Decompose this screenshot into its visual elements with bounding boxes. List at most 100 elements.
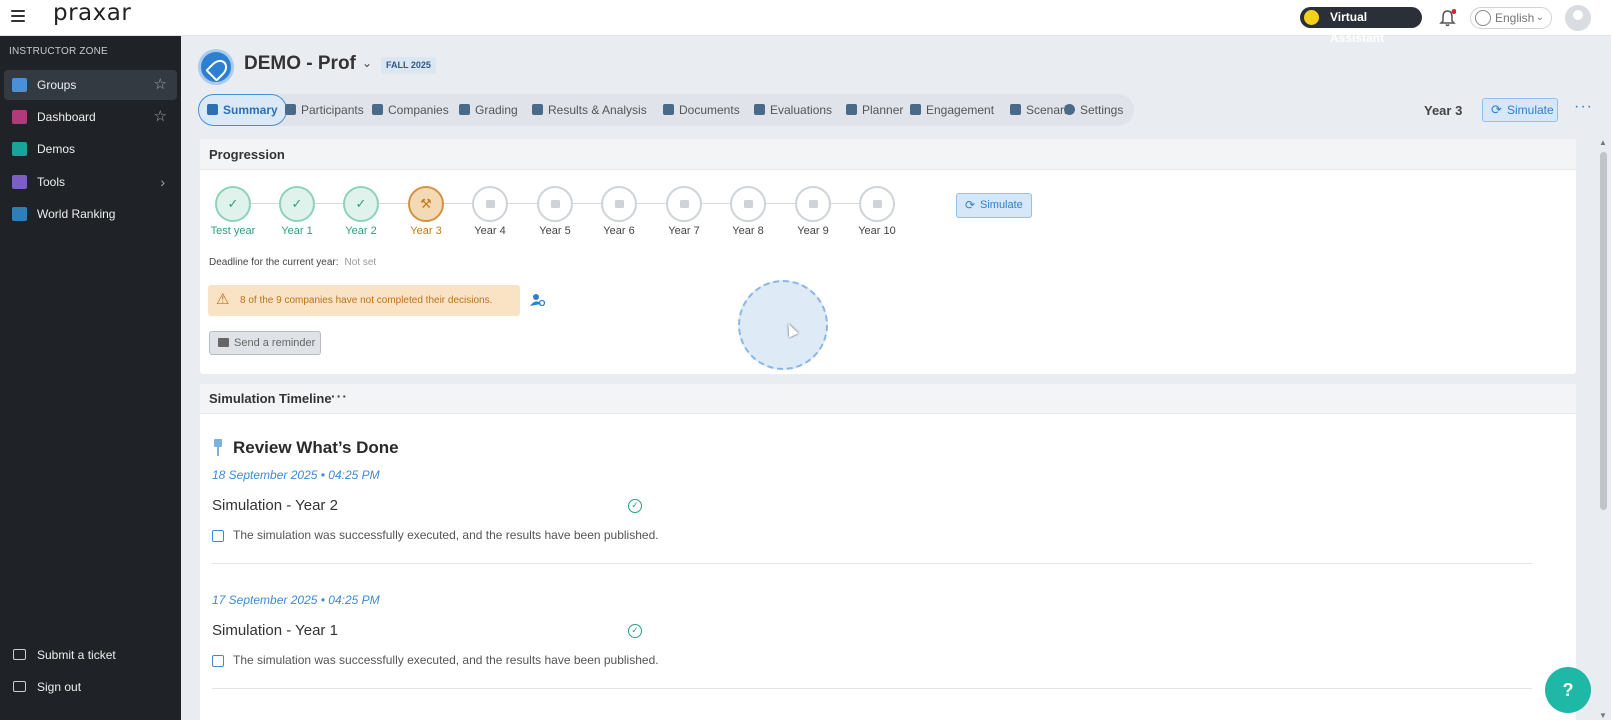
step-year-4[interactable]: Year 4 — [457, 186, 523, 237]
praxar-logo[interactable]: praxar — [53, 0, 131, 26]
language-select[interactable]: English ⌄ — [1470, 7, 1552, 29]
step-year-3[interactable]: ⚒ Year 3 — [393, 186, 459, 237]
more-options-icon[interactable]: ··· — [1574, 98, 1593, 116]
sidebar-item-demos[interactable]: Demos — [4, 134, 177, 164]
check-circle-icon: ✓ — [628, 499, 642, 513]
tab-participants[interactable]: Participants — [285, 94, 364, 126]
step-label: Year 10 — [858, 225, 896, 237]
simulate-button-top[interactable]: Simulate — [1482, 98, 1558, 122]
tab-planner[interactable]: Planner — [846, 94, 903, 126]
star-icon[interactable]: ☆ — [154, 70, 167, 100]
chevron-down-icon[interactable]: ⌄ — [362, 56, 372, 70]
sidebar-item-groups[interactable]: Groups ☆ — [4, 70, 177, 100]
folder-icon — [663, 104, 674, 115]
tab-evaluations[interactable]: Evaluations — [754, 94, 832, 126]
divider — [212, 563, 1532, 564]
calendar-icon — [795, 186, 831, 222]
bell-icon[interactable] — [1439, 9, 1456, 27]
tab-engagement[interactable]: Engagement — [910, 94, 994, 126]
send-reminder-button[interactable]: Send a reminder — [209, 331, 321, 355]
scroll-down-icon[interactable]: ▼ — [1599, 711, 1607, 720]
sidebar-item-dashboard[interactable]: Dashboard ☆ — [4, 102, 177, 132]
step-label: Test year — [210, 225, 256, 237]
scrollbar-thumb[interactable] — [1600, 152, 1607, 510]
scroll-up-icon[interactable]: ▲ — [1599, 138, 1607, 147]
course-title[interactable]: DEMO - Prof — [244, 53, 356, 75]
menu-icon[interactable] — [11, 10, 25, 24]
step-year-7[interactable]: Year 7 — [651, 186, 717, 237]
scrollbar[interactable]: ▲ ▼ — [1598, 138, 1608, 720]
user-icon — [285, 104, 296, 115]
calendar-icon — [537, 186, 573, 222]
tab-bar: Summary Participants Companies Grading R… — [198, 94, 1134, 126]
tab-label: Companies — [388, 103, 449, 117]
summary-icon — [207, 104, 218, 115]
step-label: Year 3 — [410, 225, 442, 237]
sidebar-item-label: Tools — [37, 175, 66, 189]
step-year-9[interactable]: Year 9 — [780, 186, 846, 237]
entry-description: The simulation was successfully executed… — [233, 653, 659, 667]
step-label: Year 2 — [345, 225, 377, 237]
user-avatar[interactable] — [1565, 5, 1591, 31]
help-button[interactable]: ? — [1545, 667, 1591, 713]
entry-title: Simulation - Year 2 — [212, 497, 338, 514]
calendar-icon — [212, 530, 224, 542]
simulate-button[interactable]: Simulate — [956, 193, 1032, 218]
user-search-icon[interactable] — [530, 293, 546, 307]
tab-label: Participants — [301, 103, 364, 117]
step-year-6[interactable]: Year 6 — [586, 186, 652, 237]
calendar-icon — [859, 186, 895, 222]
sidebar-item-label: Demos — [37, 142, 76, 156]
entry-date: 18 September 2025 • 04:25 PM — [212, 468, 380, 482]
step-year-5[interactable]: Year 5 — [522, 186, 588, 237]
sidebar-item-world-ranking[interactable]: World Ranking — [4, 199, 177, 229]
tab-documents[interactable]: Documents — [663, 94, 740, 126]
step-year-2[interactable]: ✓ Year 2 — [328, 186, 394, 237]
gear-icon — [1064, 104, 1075, 115]
step-test-year[interactable]: ✓ Test year — [200, 186, 266, 237]
tab-results-analysis[interactable]: Results & Analysis — [532, 94, 647, 126]
calendar-icon — [601, 186, 637, 222]
send-reminder-label: Send a reminder — [234, 337, 316, 349]
step-year-1[interactable]: ✓ Year 1 — [264, 186, 330, 237]
step-label: Year 4 — [474, 225, 506, 237]
virtual-assistant-button[interactable]: Virtual Assistant — [1300, 7, 1422, 45]
term-badge: FALL 2025 — [381, 57, 436, 74]
tab-summary[interactable]: Summary — [198, 94, 287, 126]
deadline-value[interactable]: Not set — [345, 257, 377, 268]
step-label: Year 5 — [539, 225, 571, 237]
assistant-icon — [1302, 8, 1321, 27]
check-icon: ✓ — [215, 186, 251, 222]
tab-label: Engagement — [926, 103, 995, 117]
warning-icon: ⚠ — [216, 291, 230, 308]
sidebar-item-tools[interactable]: Tools › — [4, 167, 177, 197]
ranking-icon — [12, 207, 27, 221]
step-year-8[interactable]: Year 8 — [715, 186, 781, 237]
handshake-icon — [910, 104, 921, 115]
check-icon: ✓ — [343, 186, 379, 222]
tab-companies[interactable]: Companies — [372, 94, 449, 126]
calendar-icon — [846, 104, 857, 115]
calendar-icon — [212, 655, 224, 667]
deadline-row: Deadline for the current year: Not set — [209, 257, 376, 268]
entry-title: Simulation - Year 1 — [212, 622, 338, 639]
current-year-label: Year 3 — [1424, 103, 1463, 118]
tab-settings[interactable]: Settings — [1064, 94, 1123, 126]
more-options-icon[interactable]: ··· — [331, 381, 348, 411]
timeline-entry: 18 September 2025 • 04:25 PM Simulation … — [212, 468, 1532, 564]
submit-ticket-link[interactable]: Submit a ticket — [4, 642, 177, 668]
sign-out-link[interactable]: Sign out — [4, 674, 177, 700]
tab-label: Summary — [223, 103, 278, 117]
grading-icon — [459, 104, 470, 115]
chevron-down-icon: ⌄ — [1535, 12, 1544, 23]
bar-chart-icon — [532, 104, 543, 115]
step-year-10[interactable]: Year 10 — [844, 186, 910, 237]
step-label: Year 8 — [732, 225, 764, 237]
pin-icon — [212, 439, 224, 457]
sidebar-item-label: Groups — [37, 78, 77, 92]
check-circle-icon: ✓ — [628, 624, 642, 638]
envelope-icon — [218, 338, 229, 347]
star-icon[interactable]: ☆ — [154, 102, 167, 132]
tab-grading[interactable]: Grading — [459, 94, 518, 126]
progression-title: Progression — [200, 139, 1576, 170]
